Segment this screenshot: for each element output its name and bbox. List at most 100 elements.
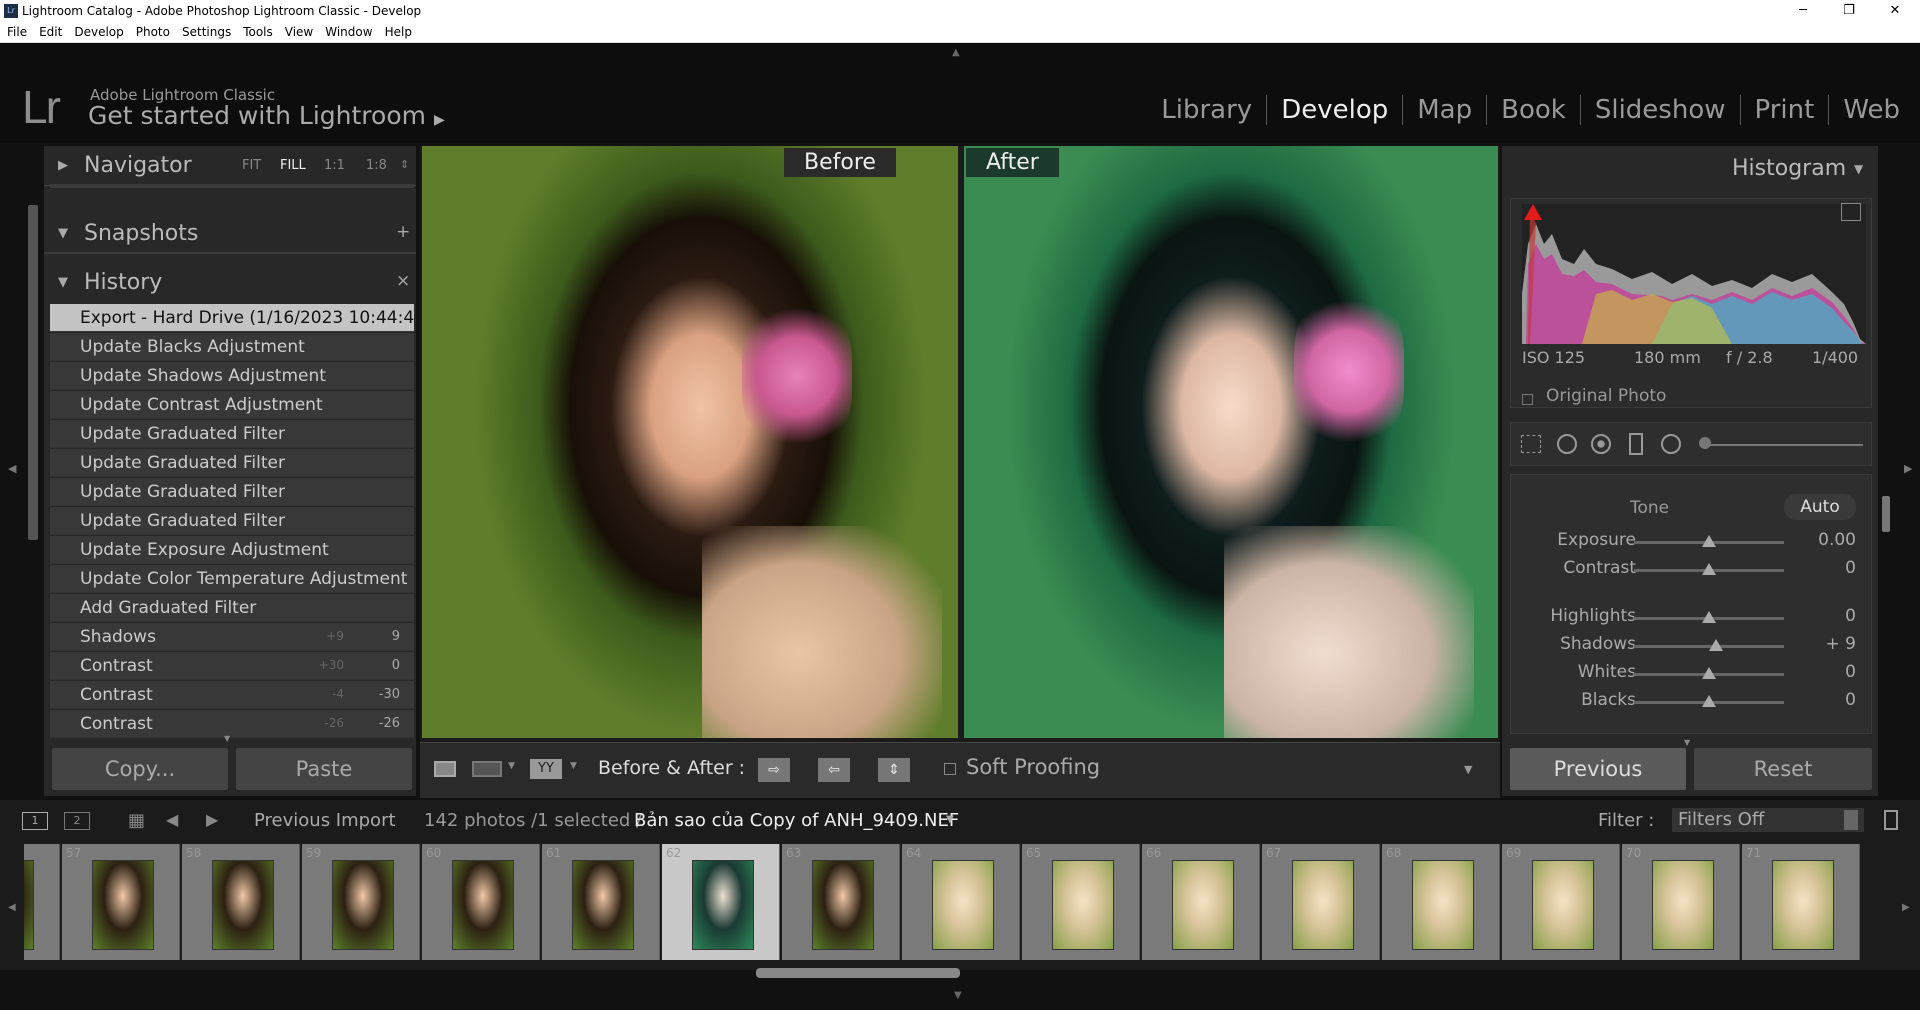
collapse-top-arrow[interactable]: ▲: [952, 47, 960, 58]
dropdown-arrow-icon[interactable]: ▼: [508, 761, 515, 771]
module-web[interactable]: Web: [1829, 95, 1900, 125]
slider-knob[interactable]: [1702, 535, 1716, 547]
module-develop[interactable]: Develop: [1267, 95, 1404, 125]
scroll-down-arrow[interactable]: ▼: [1684, 738, 1690, 747]
left-panel-scrollbar[interactable]: [28, 205, 38, 540]
menu-tools[interactable]: Tools: [236, 22, 278, 39]
left-panel-toggle[interactable]: ◀: [8, 462, 16, 475]
slider-track[interactable]: [1634, 535, 1784, 547]
slider-value[interactable]: 0: [1845, 662, 1856, 682]
brush-tool-icon[interactable]: [1699, 437, 1711, 449]
zoom-1-1[interactable]: 1:1: [324, 158, 345, 173]
history-step[interactable]: Update Contrast Adjustment: [50, 391, 414, 419]
get-started-link[interactable]: Get started with Lightroom ▶: [88, 101, 445, 130]
filmstrip-right-arrow-icon[interactable]: ▶: [1902, 902, 1910, 913]
slider-track[interactable]: [1634, 563, 1784, 575]
history-step[interactable]: Update Graduated Filter: [50, 449, 414, 477]
highlight-clipping-warning-icon[interactable]: [1841, 203, 1861, 221]
minimize-button[interactable]: ─: [1780, 0, 1826, 22]
dropdown-arrow-icon[interactable]: ▼: [570, 761, 577, 771]
slider-knob[interactable]: [1702, 667, 1716, 679]
filmstrip-thumbnail[interactable]: 67: [1262, 844, 1380, 960]
menu-file[interactable]: File: [0, 22, 32, 39]
filmstrip-thumbnail[interactable]: 59: [302, 844, 420, 960]
source-label[interactable]: Previous Import: [254, 810, 396, 831]
menu-settings[interactable]: Settings: [175, 22, 236, 39]
filename-menu-arrow-icon[interactable]: ▼: [946, 814, 954, 825]
slider-highlights[interactable]: Highlights 0: [1502, 606, 1878, 632]
slider-value[interactable]: 0: [1845, 558, 1856, 578]
slider-whites[interactable]: Whites 0: [1502, 662, 1878, 688]
filename-label[interactable]: Bản sao của Copy of ANH_9409.NEF: [634, 810, 959, 831]
history-header[interactable]: ▼ History ×: [44, 263, 416, 303]
swap-before-after-button[interactable]: ⇕: [878, 758, 910, 782]
history-step[interactable]: Update Blacks Adjustment: [50, 333, 414, 361]
slider-exposure[interactable]: Exposure 0.00: [1502, 530, 1878, 556]
brush-slider-track[interactable]: [1701, 444, 1863, 446]
copy-before-to-after-button[interactable]: ⇨: [758, 758, 790, 782]
right-panel-toggle[interactable]: ▶: [1904, 462, 1912, 475]
menu-photo[interactable]: Photo: [129, 22, 175, 39]
clear-history-icon[interactable]: ×: [396, 271, 410, 291]
filmstrip-thumbnail[interactable]: 58: [182, 844, 300, 960]
history-step[interactable]: Update Shadows Adjustment: [50, 362, 414, 390]
history-step[interactable]: Contrast +30 0: [50, 652, 414, 680]
module-book[interactable]: Book: [1487, 95, 1581, 125]
slider-value[interactable]: 0: [1845, 690, 1856, 710]
close-button[interactable]: ✕: [1872, 0, 1918, 22]
slider-value[interactable]: 0.00: [1818, 530, 1856, 550]
module-library[interactable]: Library: [1147, 95, 1268, 125]
filmstrip-thumbnail[interactable]: 57: [62, 844, 180, 960]
back-arrow-icon[interactable]: ◀: [166, 810, 178, 829]
menu-edit[interactable]: Edit: [32, 22, 67, 39]
history-step[interactable]: Update Graduated Filter: [50, 420, 414, 448]
reset-button[interactable]: Reset: [1694, 748, 1872, 790]
module-print[interactable]: Print: [1741, 95, 1830, 125]
zoom-menu-icon[interactable]: ⇕: [400, 158, 409, 171]
slider-track[interactable]: [1634, 639, 1784, 651]
module-slideshow[interactable]: Slideshow: [1581, 95, 1741, 125]
slider-track[interactable]: [1634, 611, 1784, 623]
main-window-button[interactable]: 1: [22, 812, 48, 830]
shadow-clipping-warning-icon[interactable]: [1524, 204, 1542, 220]
filmstrip-thumbnail[interactable]: 63: [782, 844, 900, 960]
before-photo[interactable]: [422, 146, 958, 738]
previous-button[interactable]: Previous: [1510, 748, 1686, 790]
slider-track[interactable]: [1634, 695, 1784, 707]
filmstrip-thumbnail[interactable]: 60: [422, 844, 540, 960]
history-step[interactable]: Update Exposure Adjustment: [50, 536, 414, 564]
filmstrip-thumbnail[interactable]: 70: [1622, 844, 1740, 960]
filmstrip-thumbnail[interactable]: 66: [1142, 844, 1260, 960]
slider-knob[interactable]: [1702, 695, 1716, 707]
loupe-view-icon[interactable]: [434, 761, 456, 777]
history-step[interactable]: Update Graduated Filter: [50, 478, 414, 506]
history-step[interactable]: Update Color Temperature Adjustment: [50, 565, 414, 593]
navigator-header[interactable]: ▶ Navigator FIT FILL 1:1 1:8 ⇕: [44, 146, 416, 186]
menu-window[interactable]: Window: [318, 22, 377, 39]
history-step[interactable]: Add Graduated Filter: [50, 594, 414, 622]
toolbar-menu-arrow-icon[interactable]: ▼: [1464, 763, 1472, 776]
menu-view[interactable]: View: [278, 22, 318, 39]
history-step[interactable]: Update Graduated Filter: [50, 507, 414, 535]
slider-shadows[interactable]: Shadows + 9: [1502, 634, 1878, 660]
filmstrip-thumbnail[interactable]: 64: [902, 844, 1020, 960]
menu-help[interactable]: Help: [378, 22, 417, 39]
grid-view-icon[interactable]: ▦: [128, 810, 145, 831]
slider-knob[interactable]: [1708, 639, 1723, 651]
filter-select-arrows-icon[interactable]: [1844, 810, 1858, 830]
slider-track[interactable]: [1634, 667, 1784, 679]
zoom-1-8[interactable]: 1:8: [366, 158, 387, 173]
history-step[interactable]: Contrast -26 -26: [50, 710, 414, 738]
auto-tone-button[interactable]: Auto: [1784, 494, 1856, 520]
before-after-mode-button[interactable]: YY: [530, 759, 562, 779]
filter-lock-icon[interactable]: [1884, 810, 1898, 830]
slider-value[interactable]: + 9: [1826, 634, 1856, 654]
filmstrip-thumbnail[interactable]: 62: [662, 844, 780, 960]
filmstrip-thumbnail[interactable]: 68: [1382, 844, 1500, 960]
slider-knob[interactable]: [1702, 611, 1716, 623]
right-panel-scrollbar[interactable]: [1882, 496, 1890, 532]
scroll-down-arrow[interactable]: ▼: [224, 734, 230, 743]
slider-knob[interactable]: [1702, 563, 1716, 575]
second-window-button[interactable]: 2: [64, 812, 90, 830]
radial-filter-icon[interactable]: [1661, 434, 1681, 454]
